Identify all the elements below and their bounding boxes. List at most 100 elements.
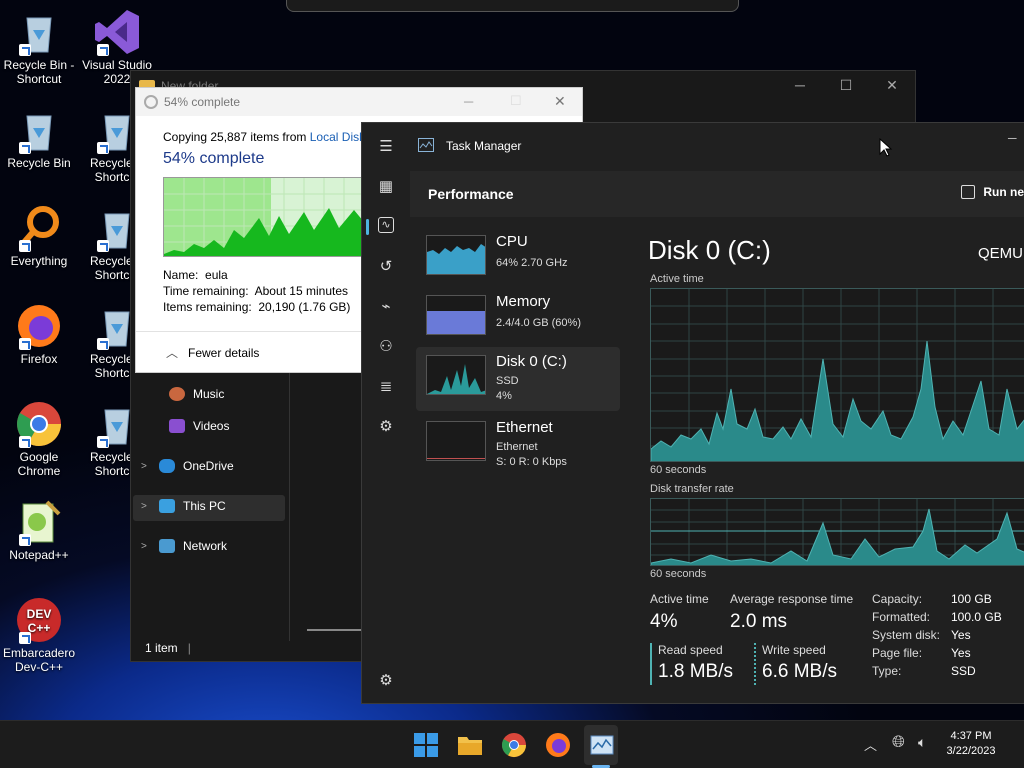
- devcpp-icon: DEV C++: [15, 596, 63, 644]
- perf-item-cpu[interactable]: CPU 64% 2.70 GHz: [416, 227, 620, 291]
- desktop-icon-label: Google Chrome: [17, 450, 61, 478]
- chevron-up-icon: ︿: [166, 346, 179, 360]
- start-button[interactable]: [412, 731, 440, 759]
- property-key: System disk:: [872, 628, 941, 642]
- computer-icon: [159, 499, 175, 513]
- nav-label: This PC: [183, 499, 226, 513]
- memory-thumbnail-graph: [426, 295, 486, 335]
- chevron-right-icon[interactable]: >: [141, 461, 151, 472]
- network-globe-icon[interactable]: 🌐︎: [892, 734, 905, 752]
- section-title: Performance: [428, 186, 514, 202]
- status-item-count: 1 item: [145, 641, 178, 655]
- mouse-cursor-icon: [879, 138, 893, 157]
- clock[interactable]: 4:37 PM 3/22/2023: [940, 729, 1002, 759]
- nav-label: Network: [183, 539, 228, 553]
- source-link[interactable]: Local Disk: [310, 130, 365, 144]
- chevron-right-icon[interactable]: >: [141, 541, 151, 552]
- task-manager-window[interactable]: Task Manager ─ ☰ ▦ ∿ ↺ ⌁ ⚇ ≣ ⚙ ⚙ Perform…: [361, 122, 1024, 704]
- processes-icon[interactable]: ▦: [376, 177, 396, 197]
- run-task-icon: [961, 185, 976, 199]
- users-icon[interactable]: ⚇: [376, 337, 396, 357]
- property-key: Page file:: [872, 646, 923, 660]
- property-value: Yes: [951, 646, 971, 660]
- cloud-icon: [159, 459, 175, 473]
- desktop-icon[interactable]: DEV C++ Embarcadero Dev-C++: [2, 596, 76, 674]
- scrollbar[interactable]: [307, 629, 362, 631]
- services-icon[interactable]: ⚙: [376, 417, 396, 437]
- nav-item-music[interactable]: Music: [169, 387, 224, 401]
- close-button[interactable]: ✕: [554, 93, 566, 110]
- time-axis-label: 60 seconds: [650, 464, 707, 476]
- task-manager-icon: [418, 138, 434, 152]
- firefox-taskbar-button[interactable]: [544, 731, 572, 759]
- chevron-right-icon[interactable]: >: [141, 501, 151, 512]
- time-axis-label: 60 seconds: [650, 568, 707, 580]
- disk-model: QEMU: [978, 245, 1023, 262]
- everything-search-icon: [15, 204, 63, 252]
- performance-icon[interactable]: ∿: [378, 217, 394, 233]
- tm-title: Task Manager: [446, 139, 522, 153]
- nav-item-this-pc[interactable]: > This PC: [141, 499, 226, 513]
- minimize-button[interactable]: ─: [1008, 131, 1017, 145]
- minimize-button[interactable]: ─: [464, 94, 473, 109]
- desktop-icon[interactable]: Google Chrome: [2, 400, 76, 478]
- dialog-title: 54% complete: [164, 95, 241, 109]
- cpu-thumbnail-graph: [426, 235, 486, 275]
- active-time-graph: [650, 288, 1024, 462]
- disk-thumbnail-graph: [426, 355, 486, 395]
- task-manager-icon: [590, 735, 614, 755]
- videos-icon: [169, 419, 185, 433]
- perf-item-ethernet[interactable]: Ethernet Ethernet S: 0 R: 0 Kbps: [416, 413, 620, 477]
- write-speed-value: 6.6 MB/s: [762, 661, 837, 682]
- desktop-icon[interactable]: Recycle Bin: [2, 106, 76, 170]
- hamburger-menu-icon[interactable]: ☰: [376, 137, 396, 157]
- task-manager-taskbar-button[interactable]: [588, 731, 616, 759]
- svg-text:DEV: DEV: [27, 607, 52, 621]
- speaker-muted-icon[interactable]: 🔈︎: [918, 734, 926, 751]
- desktop-icon[interactable]: Notepad++: [2, 498, 76, 562]
- nav-item-network[interactable]: > Network: [141, 539, 227, 553]
- file-explorer-taskbar-button[interactable]: [456, 731, 484, 759]
- maximize-button[interactable]: ☐: [510, 93, 522, 109]
- dialog-titlebar[interactable]: 54% complete ─ ☐ ✕: [136, 88, 582, 116]
- settings-icon[interactable]: ⚙: [376, 671, 396, 691]
- maximize-button[interactable]: ☐: [837, 77, 855, 95]
- music-icon: [169, 387, 185, 401]
- tm-titlebar[interactable]: Task Manager ─: [362, 123, 1024, 169]
- app-history-icon[interactable]: ↺: [376, 257, 396, 277]
- copy-description: Copying 25,887 items from Local Disk: [163, 130, 366, 144]
- read-speed-marker: [650, 643, 652, 685]
- items-remaining: 20,190 (1.76 GB): [258, 300, 351, 314]
- ethernet-thumbnail-graph: [426, 421, 486, 461]
- notepadpp-icon: [15, 498, 63, 546]
- clock-time: 4:37 PM: [950, 730, 992, 742]
- fewer-details-button[interactable]: ︿ Fewer details: [166, 344, 259, 361]
- svg-text:C++: C++: [28, 621, 51, 635]
- desktop-icon-label: Embarcadero Dev-C++: [2, 646, 76, 674]
- file-name: eula: [205, 268, 228, 282]
- property-value: 100 GB: [951, 592, 992, 606]
- folder-icon: [458, 737, 482, 755]
- network-icon: [159, 539, 175, 553]
- throughput-graph: [163, 177, 363, 257]
- firefox-icon: [546, 733, 570, 757]
- chrome-taskbar-button[interactable]: [500, 731, 528, 759]
- desktop-icon[interactable]: Everything: [2, 204, 76, 268]
- desktop-icon[interactable]: Recycle Bin - Shortcut: [2, 8, 76, 86]
- perf-item-disk[interactable]: Disk 0 (C:) SSD 4%: [416, 347, 620, 411]
- desktop-icon[interactable]: Firefox: [2, 302, 76, 366]
- performance-header: Performance Run ne: [410, 171, 1024, 217]
- property-value: Yes: [951, 628, 971, 642]
- minimize-button[interactable]: ─: [791, 77, 809, 95]
- details-icon[interactable]: ≣: [376, 377, 396, 397]
- perf-item-memory[interactable]: Memory 2.4/4.0 GB (60%): [416, 287, 620, 351]
- nav-item-onedrive[interactable]: > OneDrive: [141, 459, 234, 473]
- show-hidden-icons-chevron-icon[interactable]: ︿: [864, 735, 877, 754]
- nav-item-videos[interactable]: Videos: [169, 419, 229, 433]
- startup-apps-icon[interactable]: ⌁: [376, 297, 396, 317]
- tm-sidebar: ☰ ▦ ∿ ↺ ⌁ ⚇ ≣ ⚙ ⚙: [362, 123, 410, 703]
- nav-label: Videos: [193, 419, 230, 433]
- avg-response-label: Average response time: [730, 592, 854, 606]
- run-new-task-button[interactable]: Run ne: [961, 185, 1024, 199]
- close-button[interactable]: ✕: [883, 77, 901, 95]
